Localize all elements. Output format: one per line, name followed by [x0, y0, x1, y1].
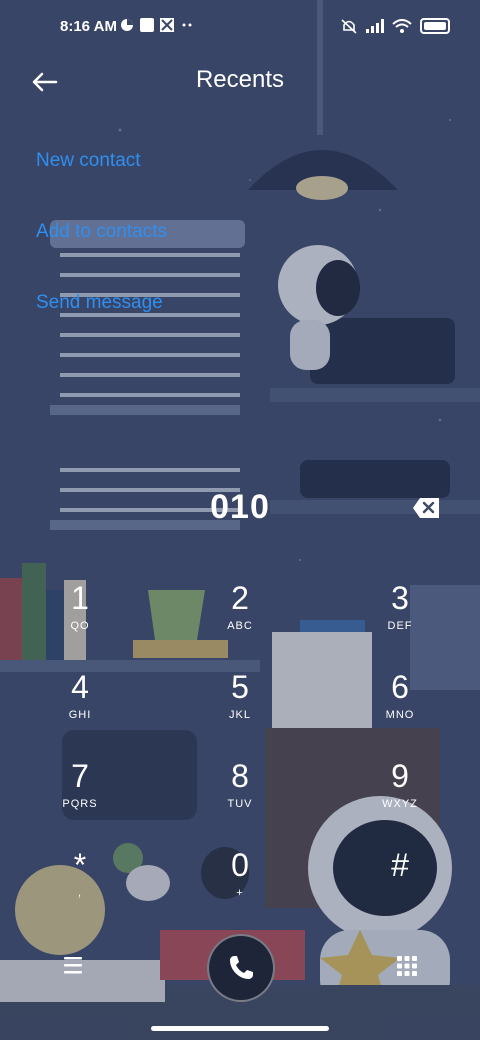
key-digit: 1: [71, 580, 89, 616]
key-star[interactable]: * ,: [20, 845, 140, 925]
mute-icon: [341, 19, 357, 34]
backspace-icon[interactable]: [412, 497, 440, 519]
key-digit: 3: [391, 580, 409, 616]
data-saver-icon: [121, 19, 133, 31]
key-digit: 5: [231, 669, 249, 705]
key-letters: +: [236, 887, 244, 899]
key-8[interactable]: 8 TUV: [180, 756, 300, 836]
battery-icon: [420, 18, 450, 34]
key-digit: *: [73, 847, 87, 883]
new-contact-link[interactable]: New contact: [36, 150, 141, 172]
add-to-contacts-link[interactable]: Add to contacts: [36, 221, 167, 243]
page-title: Recents: [195, 66, 285, 93]
key-digit: 0: [231, 847, 249, 883]
key-letters: ,: [77, 887, 83, 899]
square-icon: [140, 18, 154, 32]
key-letters: GHI: [68, 709, 92, 721]
key-2[interactable]: 2 ABC: [180, 578, 300, 658]
call-button[interactable]: [207, 934, 275, 1002]
status-right-icons: [340, 18, 450, 34]
key-5[interactable]: 5 JKL: [180, 667, 300, 747]
send-message-link[interactable]: Send message: [36, 292, 163, 314]
key-digit: 8: [231, 758, 249, 794]
key-digit: 2: [231, 580, 249, 616]
more-dots-icon: [182, 23, 192, 27]
dialpad-icon[interactable]: [395, 954, 419, 980]
key-digit: 4: [71, 669, 89, 705]
key-6[interactable]: 6 MNO: [340, 667, 460, 747]
key-letters: ABC: [227, 620, 253, 632]
key-letters: DEF: [387, 620, 413, 632]
key-0[interactable]: 0 +: [180, 845, 300, 925]
key-letters: TUV: [227, 798, 253, 810]
signal-icon: [366, 19, 384, 33]
key-1[interactable]: 1 QO: [20, 578, 140, 658]
status-time: 8:16 AM: [60, 18, 117, 35]
menu-icon[interactable]: [60, 954, 86, 976]
key-hash[interactable]: #: [340, 845, 460, 925]
phone-icon: [230, 956, 253, 979]
dialed-number: 010: [210, 488, 270, 526]
home-indicator[interactable]: [151, 1026, 329, 1031]
key-7[interactable]: 7 PQRS: [20, 756, 140, 836]
key-digit: #: [391, 847, 409, 883]
pinwheel-icon: [160, 18, 174, 32]
key-letters: WXYZ: [382, 798, 418, 810]
key-digit: 9: [391, 758, 409, 794]
key-letters: QO: [70, 620, 90, 632]
key-letters: MNO: [385, 709, 415, 721]
wifi-icon: [392, 19, 412, 33]
key-4[interactable]: 4 GHI: [20, 667, 140, 747]
key-3[interactable]: 3 DEF: [340, 578, 460, 658]
key-digit: 6: [391, 669, 409, 705]
status-bar: 8:16 AM: [0, 14, 480, 42]
key-9[interactable]: 9 WXYZ: [340, 756, 460, 836]
key-digit: 7: [71, 758, 89, 794]
status-left-icons: [120, 18, 194, 32]
key-letters: PQRS: [62, 798, 98, 810]
key-letters: JKL: [229, 709, 251, 721]
